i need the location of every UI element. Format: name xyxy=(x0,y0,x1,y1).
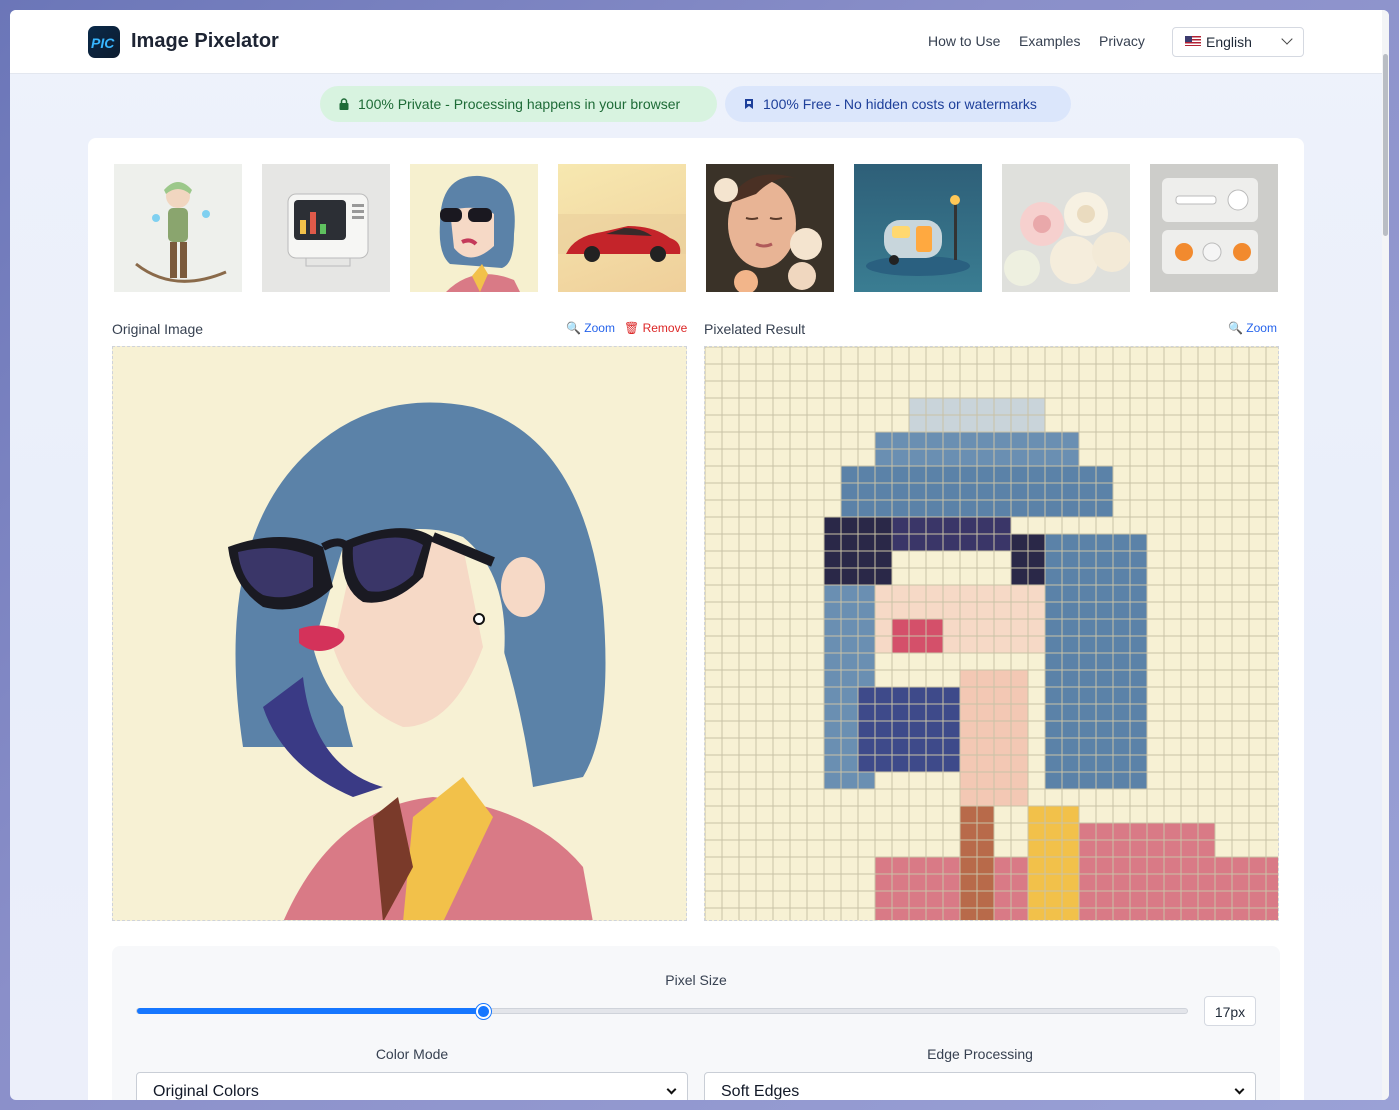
nav-how-to-use[interactable]: How to Use xyxy=(928,33,1000,49)
magnifier-icon: 🔍 xyxy=(1228,321,1243,335)
main-card: Original Image 🔍 Zoom 🗑 Remove Pixelated… xyxy=(88,138,1304,1100)
private-badge: 100% Private - Processing happens in you… xyxy=(320,86,717,122)
edge-processing-value: Soft Edges xyxy=(721,1083,800,1100)
example-woman-flowers[interactable] xyxy=(706,164,834,292)
nav-examples[interactable]: Examples xyxy=(1019,33,1080,49)
magnifier-icon: 🔍 xyxy=(566,321,581,335)
original-zoom-button[interactable]: 🔍 Zoom xyxy=(566,321,615,335)
language-select[interactable]: English xyxy=(1172,27,1304,57)
color-mode-label: Color Mode xyxy=(375,1046,449,1062)
slider-thumb[interactable] xyxy=(476,1004,491,1019)
pixel-size-label: Pixel Size xyxy=(665,972,727,988)
example-roses-bouquet[interactable] xyxy=(1002,164,1130,292)
page-scrollbar[interactable] xyxy=(1382,10,1389,1100)
example-red-sports-car[interactable] xyxy=(558,164,686,292)
bookmark-icon xyxy=(745,99,753,109)
svg-text:PIC: PIC xyxy=(91,35,115,51)
us-flag-icon xyxy=(1185,36,1201,46)
lock-icon xyxy=(339,98,349,110)
example-archer-character[interactable] xyxy=(114,164,242,292)
top-header: PIC Image Pixelator How to Use Examples … xyxy=(10,10,1382,74)
result-zoom-button[interactable]: 🔍 Zoom xyxy=(1228,321,1277,335)
free-badge-text: 100% Free - No hidden costs or watermark… xyxy=(763,96,1037,112)
example-girl-sunglasses[interactable] xyxy=(410,164,538,292)
chevron-down-icon xyxy=(1281,33,1293,45)
edge-processing-select[interactable]: Soft Edges xyxy=(704,1072,1256,1100)
example-camper-van[interactable] xyxy=(854,164,982,292)
example-control-panel[interactable] xyxy=(1150,164,1278,292)
example-retro-computer[interactable] xyxy=(262,164,390,292)
pixel-size-slider[interactable] xyxy=(136,1004,1188,1019)
chevron-down-icon xyxy=(1234,1084,1245,1095)
language-label: English xyxy=(1206,34,1252,50)
nav-privacy[interactable]: Privacy xyxy=(1099,33,1145,49)
original-zoom-label: Zoom xyxy=(584,321,615,335)
private-badge-text: 100% Private - Processing happens in you… xyxy=(358,96,681,112)
remove-label: Remove xyxy=(642,321,688,335)
edge-processing-label: Edge Processing xyxy=(927,1046,1033,1062)
brand-name[interactable]: Image Pixelator xyxy=(131,30,279,53)
trash-icon: 🗑 xyxy=(624,321,640,335)
free-badge: 100% Free - No hidden costs or watermark… xyxy=(725,86,1071,122)
original-image-title: Original Image xyxy=(112,321,204,337)
app-logo[interactable]: PIC xyxy=(88,26,120,58)
scrollbar-thumb[interactable] xyxy=(1383,54,1388,236)
pixelated-image[interactable] xyxy=(704,346,1279,921)
result-zoom-label: Zoom xyxy=(1246,321,1277,335)
chevron-down-icon xyxy=(666,1084,677,1095)
browser-window: PIC Image Pixelator How to Use Examples … xyxy=(10,10,1389,1100)
original-image[interactable] xyxy=(112,346,687,921)
pixel-size-value[interactable]: 17px xyxy=(1204,996,1256,1026)
slider-fill xyxy=(137,1008,484,1014)
color-mode-value: Original Colors xyxy=(153,1083,259,1100)
color-mode-select[interactable]: Original Colors xyxy=(136,1072,688,1100)
controls-panel: Pixel Size 17px Color Mode Original Colo… xyxy=(112,946,1280,1100)
pixelated-result-title: Pixelated Result xyxy=(704,321,806,337)
remove-button[interactable]: 🗑 Remove xyxy=(624,321,687,335)
